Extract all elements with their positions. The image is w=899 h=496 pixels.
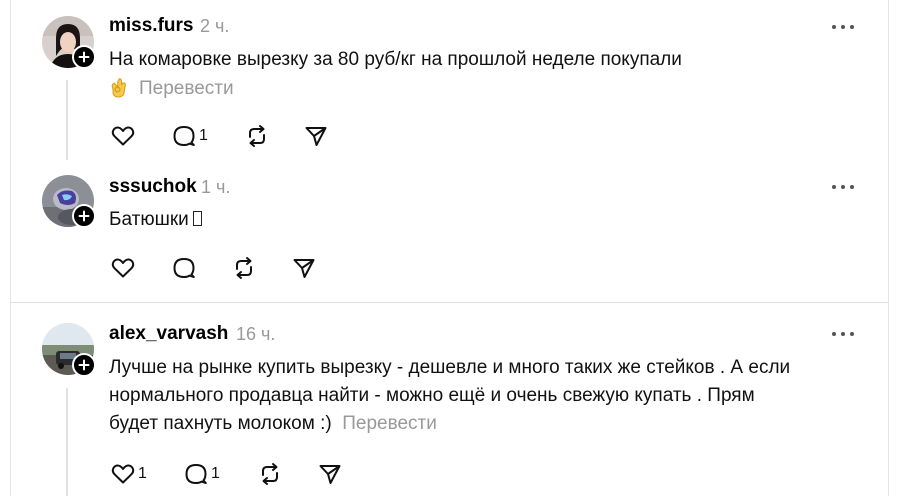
- username[interactable]: sssuchok: [109, 176, 197, 198]
- translate-link[interactable]: Перевести: [139, 78, 234, 99]
- send-icon: [305, 127, 327, 146]
- like-button[interactable]: 1: [110, 460, 147, 488]
- username[interactable]: miss.furs: [109, 15, 193, 37]
- share-button[interactable]: [291, 254, 317, 282]
- reply-button[interactable]: 1: [171, 122, 208, 150]
- comment-icon: [173, 258, 195, 278]
- reply-button[interactable]: 1: [183, 460, 220, 488]
- heart-icon: [111, 126, 135, 146]
- follow-plus-icon[interactable]: [72, 204, 96, 228]
- repost-icon: [249, 125, 265, 147]
- repost-button[interactable]: [257, 460, 283, 488]
- like-count: 1: [138, 465, 147, 482]
- reply-count: 1: [199, 127, 208, 144]
- thread-line: [66, 388, 68, 496]
- timestamp[interactable]: 16 ч.: [236, 324, 275, 345]
- post-text-line2: Перевести: [109, 75, 234, 103]
- follow-plus-icon[interactable]: [72, 45, 96, 69]
- missing-glyph: [192, 211, 202, 226]
- more-icon[interactable]: [832, 184, 854, 190]
- panel-border-left: [10, 0, 11, 496]
- ok-hand-emoji: [109, 76, 129, 98]
- post-text: На комаровке вырезку за 80 руб/кг на про…: [109, 49, 682, 70]
- reply-button[interactable]: [171, 254, 197, 282]
- share-button[interactable]: [303, 122, 329, 150]
- panel-border-right: [888, 0, 889, 496]
- like-button[interactable]: [110, 254, 136, 282]
- send-icon: [319, 465, 341, 484]
- post-text-content: Батюшки: [109, 209, 189, 230]
- divider: [10, 302, 889, 303]
- repost-icon: [236, 257, 252, 279]
- share-button[interactable]: [317, 460, 343, 488]
- follow-plus-icon[interactable]: [72, 353, 96, 377]
- post-text-line2: нормального продавца найти - можно ещё и…: [109, 385, 755, 406]
- more-icon[interactable]: [832, 331, 854, 337]
- like-button[interactable]: [110, 122, 136, 150]
- send-icon: [293, 259, 315, 278]
- post-text-content: будет пахнуть молоком :): [109, 413, 332, 434]
- repost-button[interactable]: [244, 122, 270, 150]
- timestamp[interactable]: 1 ч.: [201, 177, 230, 198]
- post-text: Батюшки: [109, 206, 202, 234]
- heart-icon: [111, 464, 135, 484]
- reply-count: 1: [211, 465, 220, 482]
- post-text-line1: Лучше на рынке купить вырезку - дешевле …: [109, 357, 791, 378]
- timestamp[interactable]: 2 ч.: [200, 16, 229, 37]
- more-icon[interactable]: [832, 24, 854, 30]
- thread-line: [66, 80, 68, 160]
- comment-icon: [173, 126, 195, 146]
- heart-icon: [111, 258, 135, 278]
- username[interactable]: alex_varvash: [109, 323, 228, 345]
- repost-icon: [262, 463, 278, 485]
- translate-link[interactable]: Перевести: [342, 413, 437, 434]
- comment-icon: [185, 464, 207, 484]
- repost-button[interactable]: [231, 254, 257, 282]
- post-text-line3: будет пахнуть молоком :) Перевести: [109, 410, 437, 438]
